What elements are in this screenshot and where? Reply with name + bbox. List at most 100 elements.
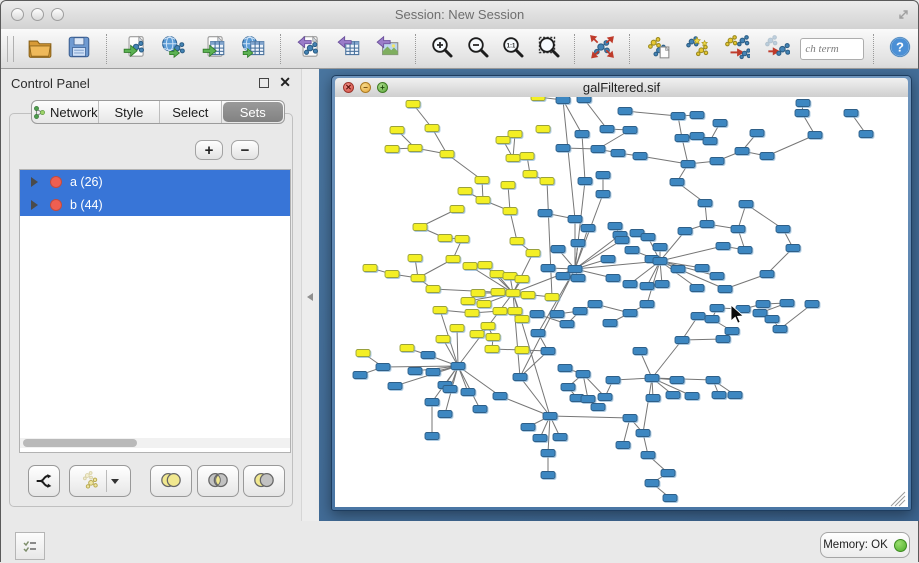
- graph-node-yellow[interactable]: [485, 346, 499, 353]
- graph-node-yellow[interactable]: [526, 250, 540, 257]
- graph-node-blue[interactable]: [738, 247, 752, 254]
- graph-node-yellow[interactable]: [490, 271, 504, 278]
- graph-node-yellow[interactable]: [446, 256, 460, 263]
- graph-node-yellow[interactable]: [545, 294, 559, 301]
- graph-node-blue[interactable]: [588, 301, 602, 308]
- graph-node-blue[interactable]: [710, 158, 724, 165]
- graph-node-blue[interactable]: [408, 368, 422, 375]
- graph-node-blue[interactable]: [388, 383, 402, 390]
- graph-node-blue[interactable]: [756, 301, 770, 308]
- graph-node-blue[interactable]: [706, 377, 720, 384]
- graph-node-blue[interactable]: [760, 271, 774, 278]
- graph-node-blue[interactable]: [576, 371, 590, 378]
- export-table-button[interactable]: [329, 31, 369, 67]
- graph-node-yellow[interactable]: [470, 331, 484, 338]
- import-table-file-button[interactable]: [194, 31, 234, 67]
- graph-node-blue[interactable]: [618, 108, 632, 115]
- graph-node-blue[interactable]: [716, 243, 730, 250]
- graph-node-yellow[interactable]: [478, 262, 492, 269]
- show-hidden-nodes-button[interactable]: [757, 31, 797, 67]
- graph-node-yellow[interactable]: [486, 334, 500, 341]
- graph-edge[interactable]: [550, 416, 630, 418]
- set-intersection-button[interactable]: [197, 465, 239, 497]
- graph-node-blue[interactable]: [859, 131, 873, 138]
- graph-node-blue[interactable]: [795, 110, 809, 117]
- graph-node-yellow[interactable]: [471, 290, 485, 297]
- graph-node-blue[interactable]: [710, 305, 724, 312]
- graph-node-blue[interactable]: [625, 247, 639, 254]
- graph-node-yellow[interactable]: [390, 127, 404, 134]
- graph-node-blue[interactable]: [531, 330, 545, 337]
- graph-edge[interactable]: [457, 328, 458, 366]
- graph-node-blue[interactable]: [739, 201, 753, 208]
- tab-select[interactable]: Select: [160, 101, 221, 123]
- graph-edge[interactable]: [640, 351, 652, 378]
- copy-to-network-button[interactable]: [717, 31, 757, 67]
- graph-node-yellow[interactable]: [425, 125, 439, 132]
- graph-node-blue[interactable]: [571, 240, 585, 247]
- expander-icon[interactable]: [31, 177, 38, 187]
- graph-node-blue[interactable]: [451, 363, 465, 370]
- graph-node-yellow[interactable]: [493, 308, 507, 315]
- open-session-button[interactable]: [20, 31, 60, 67]
- graph-node-blue[interactable]: [543, 413, 557, 420]
- create-set-from-selection-button[interactable]: [28, 465, 60, 497]
- graph-node-blue[interactable]: [666, 392, 680, 399]
- graph-node-blue[interactable]: [671, 113, 685, 120]
- graph-node-blue[interactable]: [438, 411, 452, 418]
- graph-node-yellow[interactable]: [496, 137, 510, 144]
- graph-node-blue[interactable]: [661, 470, 675, 477]
- graph-node-blue[interactable]: [670, 179, 684, 186]
- graph-node-yellow[interactable]: [356, 350, 370, 357]
- graph-node-blue[interactable]: [641, 452, 655, 459]
- graph-node-yellow[interactable]: [440, 151, 454, 158]
- graph-node-yellow[interactable]: [540, 178, 554, 185]
- graph-node-blue[interactable]: [776, 226, 790, 233]
- graph-edge[interactable]: [643, 378, 652, 433]
- graph-node-blue[interactable]: [725, 328, 739, 335]
- graph-node-blue[interactable]: [577, 97, 591, 103]
- graph-node-blue[interactable]: [796, 100, 810, 107]
- graph-node-blue[interactable]: [675, 337, 689, 344]
- graph-node-blue[interactable]: [575, 131, 589, 138]
- graph-node-blue[interactable]: [700, 221, 714, 228]
- graph-node-blue[interactable]: [578, 178, 592, 185]
- graph-edge[interactable]: [767, 135, 815, 156]
- graph-node-blue[interactable]: [636, 430, 650, 437]
- graph-node-blue[interactable]: [560, 321, 574, 328]
- panel-splitter[interactable]: [301, 69, 319, 521]
- graph-node-yellow[interactable]: [515, 276, 529, 283]
- graph-node-blue[interactable]: [713, 120, 727, 127]
- graph-node-blue[interactable]: [731, 226, 745, 233]
- tab-style[interactable]: Style: [99, 101, 160, 123]
- graph-node-blue[interactable]: [690, 285, 704, 292]
- graph-node-yellow[interactable]: [463, 263, 477, 270]
- graph-node-yellow[interactable]: [465, 310, 479, 317]
- graph-node-blue[interactable]: [675, 135, 689, 142]
- graph-node-yellow[interactable]: [406, 101, 420, 108]
- graph-node-blue[interactable]: [653, 244, 667, 251]
- help-button[interactable]: ?: [882, 31, 918, 67]
- graph-node-blue[interactable]: [671, 266, 685, 273]
- graph-node-blue[interactable]: [606, 377, 620, 384]
- graph-node-yellow[interactable]: [436, 336, 450, 343]
- float-panel-icon[interactable]: [259, 78, 269, 88]
- graph-node-yellow[interactable]: [408, 255, 422, 262]
- graph-node-blue[interactable]: [695, 265, 709, 272]
- graph-node-yellow[interactable]: [491, 289, 505, 296]
- zoom-in-button[interactable]: [424, 31, 460, 67]
- graph-node-yellow[interactable]: [411, 275, 425, 282]
- graph-node-blue[interactable]: [600, 126, 614, 133]
- graph-node-yellow[interactable]: [476, 197, 490, 204]
- graph-edge[interactable]: [510, 211, 517, 241]
- expander-icon[interactable]: [31, 200, 38, 210]
- graph-node-yellow[interactable]: [508, 131, 522, 138]
- graph-node-blue[interactable]: [556, 273, 570, 280]
- apply-preferred-layout-button[interactable]: [583, 31, 623, 67]
- graph-node-yellow[interactable]: [508, 308, 522, 315]
- graph-node-blue[interactable]: [718, 286, 732, 293]
- graph-node-blue[interactable]: [640, 283, 654, 290]
- graph-node-blue[interactable]: [646, 395, 660, 402]
- remove-set-button[interactable]: −: [231, 140, 259, 160]
- graph-node-blue[interactable]: [712, 392, 726, 399]
